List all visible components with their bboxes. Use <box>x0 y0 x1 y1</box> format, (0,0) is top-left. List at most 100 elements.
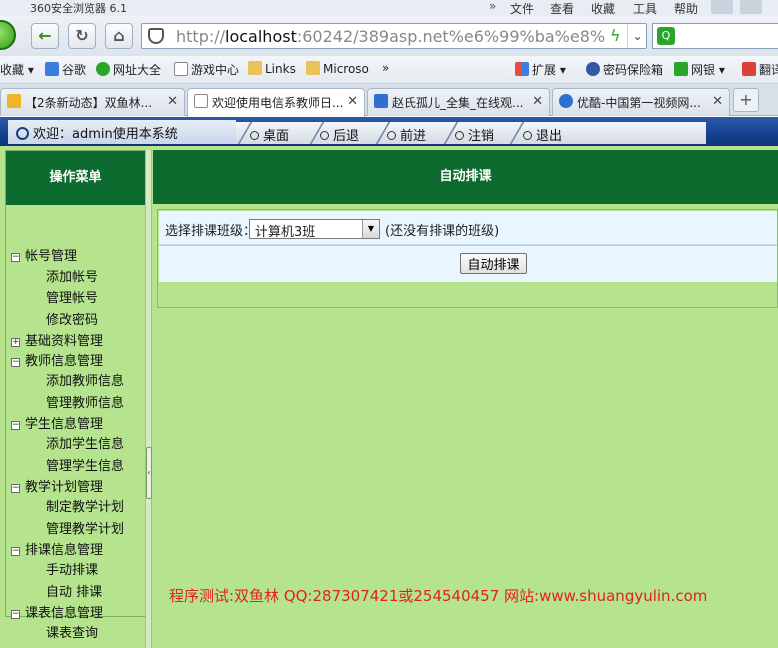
radio-dot-icon <box>455 131 464 140</box>
group-account[interactable]: − 帐号管理 <box>11 245 77 264</box>
menu-file[interactable]: 文件 <box>510 0 534 17</box>
collapse-icon[interactable]: − <box>11 421 20 430</box>
menu-favorites[interactable]: 收藏 <box>591 0 615 17</box>
nav-back[interactable]: 后退 <box>320 125 359 144</box>
group-scheduling[interactable]: − 排课信息管理 <box>11 539 103 558</box>
address-bar[interactable]: http://localhost:60242/389asp.net%e6%99%… <box>141 23 647 49</box>
fav-links[interactable]: Links <box>248 61 296 76</box>
class-select-label: 选择排课班级： <box>165 224 257 239</box>
item-change-password[interactable]: 修改密码 <box>46 309 98 328</box>
tab-weibo[interactable]: 【2条新动态】双鱼林... ✕ <box>0 88 185 116</box>
item-manage-teacher[interactable]: 管理教师信息 <box>46 392 124 411</box>
welcome-text: 欢迎：admin使用本系统 <box>33 127 178 142</box>
menu-tools[interactable]: 工具 <box>633 0 657 17</box>
class-select[interactable]: 计算机3班 ▼ <box>249 219 380 240</box>
group-student[interactable]: − 学生信息管理 <box>11 413 103 432</box>
fav-more[interactable]: » <box>382 61 389 75</box>
netbank-button[interactable]: 网银 ▾ <box>674 61 725 78</box>
schedule-form: 选择排课班级： 计算机3班 ▼ (还没有排课的班级) 自动排课 <box>157 209 778 308</box>
nav-logout[interactable]: 注销 <box>455 125 494 144</box>
close-tab-icon[interactable]: ✕ <box>532 94 543 109</box>
welcome-banner: 欢迎：admin使用本系统 <box>8 120 236 144</box>
more-menu-icon[interactable]: » <box>489 0 496 13</box>
group-teacher[interactable]: − 教师信息管理 <box>11 350 103 369</box>
radio-dot-icon <box>523 131 532 140</box>
translate-button[interactable]: 翻译 <box>742 61 778 78</box>
tab-soku[interactable]: 赵氏孤儿_全集_在线观... ✕ <box>367 88 550 116</box>
fav-microsoft[interactable]: Microso <box>306 61 369 76</box>
collapse-icon[interactable]: − <box>11 358 20 367</box>
extensions-button[interactable]: 扩展 ▾ <box>515 61 566 78</box>
close-tab-icon[interactable]: ✕ <box>347 94 358 109</box>
item-timetable-query[interactable]: 课表查询 <box>46 622 98 641</box>
address-dropdown-icon[interactable]: ⌄ <box>627 24 647 48</box>
nav-desktop[interactable]: 桌面 <box>250 125 289 144</box>
fav-google[interactable]: 谷歌 <box>45 61 86 78</box>
search-box[interactable]: Q <box>652 23 778 49</box>
radio-dot-icon <box>387 131 396 140</box>
sidebar: 操作菜单 − 帐号管理 添加帐号 管理帐号 修改密码 + 基础资料管理 − 教师信息管… <box>5 150 146 641</box>
tab-youku[interactable]: 优酷-中国第一视频网... ✕ <box>552 88 730 116</box>
nav-exit[interactable]: 退出 <box>523 125 562 144</box>
app-topbar: 欢迎：admin使用本系统 桌面 后退 前进 注销 退出 <box>0 117 778 146</box>
item-add-account[interactable]: 添加帐号 <box>46 266 98 285</box>
item-manual-schedule[interactable]: 手动排课 <box>46 559 98 578</box>
collapse-sidebar-handle[interactable]: ‹ <box>146 447 152 499</box>
back-button[interactable]: ← <box>31 23 59 49</box>
page-title: 自动排课 <box>153 150 778 204</box>
user-circle-icon <box>16 127 29 140</box>
back-arrow-icon: ← <box>38 26 52 45</box>
dropdown-arrow-icon[interactable]: ▼ <box>362 220 379 238</box>
class-select-row: 选择排课班级： 计算机3班 ▼ (还没有排课的班级) <box>159 211 777 245</box>
item-add-student[interactable]: 添加学生信息 <box>46 433 124 452</box>
refresh-button[interactable]: ↻ <box>68 23 96 49</box>
close-tab-icon[interactable]: ✕ <box>712 94 723 109</box>
browser-title: 360安全浏览器 6.1 <box>30 2 127 15</box>
new-tab-button[interactable]: + <box>733 88 759 112</box>
password-safe-button[interactable]: 密码保险箱 <box>586 61 663 78</box>
address-url[interactable]: http://localhost:60242/389asp.net%e6%99%… <box>176 27 606 46</box>
item-manage-account[interactable]: 管理帐号 <box>46 287 98 306</box>
speed-mode-icon[interactable]: ϟ <box>610 26 621 45</box>
collapse-icon[interactable]: − <box>11 547 20 556</box>
collapse-icon[interactable]: − <box>11 610 20 619</box>
auto-schedule-button[interactable]: 自动排课 <box>460 253 527 274</box>
sidebar-splitter[interactable]: ‹ <box>145 150 152 648</box>
group-basic-data[interactable]: + 基础资料管理 <box>11 330 103 349</box>
close-tab-icon[interactable]: ✕ <box>167 94 178 109</box>
menu-view[interactable]: 查看 <box>550 0 574 17</box>
plus-icon: + <box>739 90 753 109</box>
group-teaching-plan[interactable]: − 教学计划管理 <box>11 476 103 495</box>
favorites-bar: 收藏 ▾ 谷歌 网址大全 游戏中心 Links Microso » 扩展 ▾ 密… <box>0 56 778 84</box>
item-create-plan[interactable]: 制定教学计划 <box>46 496 124 515</box>
tab-current[interactable]: 欢迎使用电信系教师日... ✕ <box>187 88 365 117</box>
fav-hao360[interactable]: 网址大全 <box>96 61 161 78</box>
group-timetable[interactable]: − 课表信息管理 <box>11 602 103 621</box>
collapse-icon[interactable]: − <box>11 253 20 262</box>
item-auto-schedule[interactable]: 自动 排课 <box>46 581 102 600</box>
360-icon <box>96 62 110 76</box>
item-manage-plan[interactable]: 管理教学计划 <box>46 518 124 537</box>
minimize-button[interactable] <box>711 0 733 14</box>
item-add-teacher[interactable]: 添加教师信息 <box>46 370 124 389</box>
action-row: 自动排课 <box>159 246 777 282</box>
collapse-icon[interactable]: − <box>11 484 20 493</box>
tab-bar: 【2条新动态】双鱼林... ✕ 欢迎使用电信系教师日... ✕ 赵氏孤儿_全集_… <box>0 84 778 117</box>
class-select-value: 计算机3班 <box>255 225 316 240</box>
menu-help[interactable]: 帮助 <box>674 0 698 17</box>
translate-icon <box>742 62 756 76</box>
nav-forward[interactable]: 前进 <box>387 125 426 144</box>
fav-game-center[interactable]: 游戏中心 <box>174 61 239 78</box>
browser-navbar: ← ↻ ⌂ http://localhost:60242/389asp.net%… <box>0 16 778 56</box>
search-engine-icon[interactable]: Q <box>657 27 675 45</box>
expand-icon[interactable]: + <box>11 338 20 347</box>
item-manage-student[interactable]: 管理学生信息 <box>46 455 124 474</box>
main-content: 自动排课 选择排课班级： 计算机3班 ▼ (还没有排课的班级) 自动排课 <box>153 150 778 648</box>
favorites-menu[interactable]: 收藏 ▾ <box>0 61 34 78</box>
key-icon <box>586 62 600 76</box>
home-icon: ⌂ <box>113 26 125 45</box>
browser-logo-icon[interactable] <box>0 20 16 50</box>
page-icon <box>174 62 188 76</box>
home-button[interactable]: ⌂ <box>105 23 133 49</box>
maximize-button[interactable] <box>740 0 762 14</box>
